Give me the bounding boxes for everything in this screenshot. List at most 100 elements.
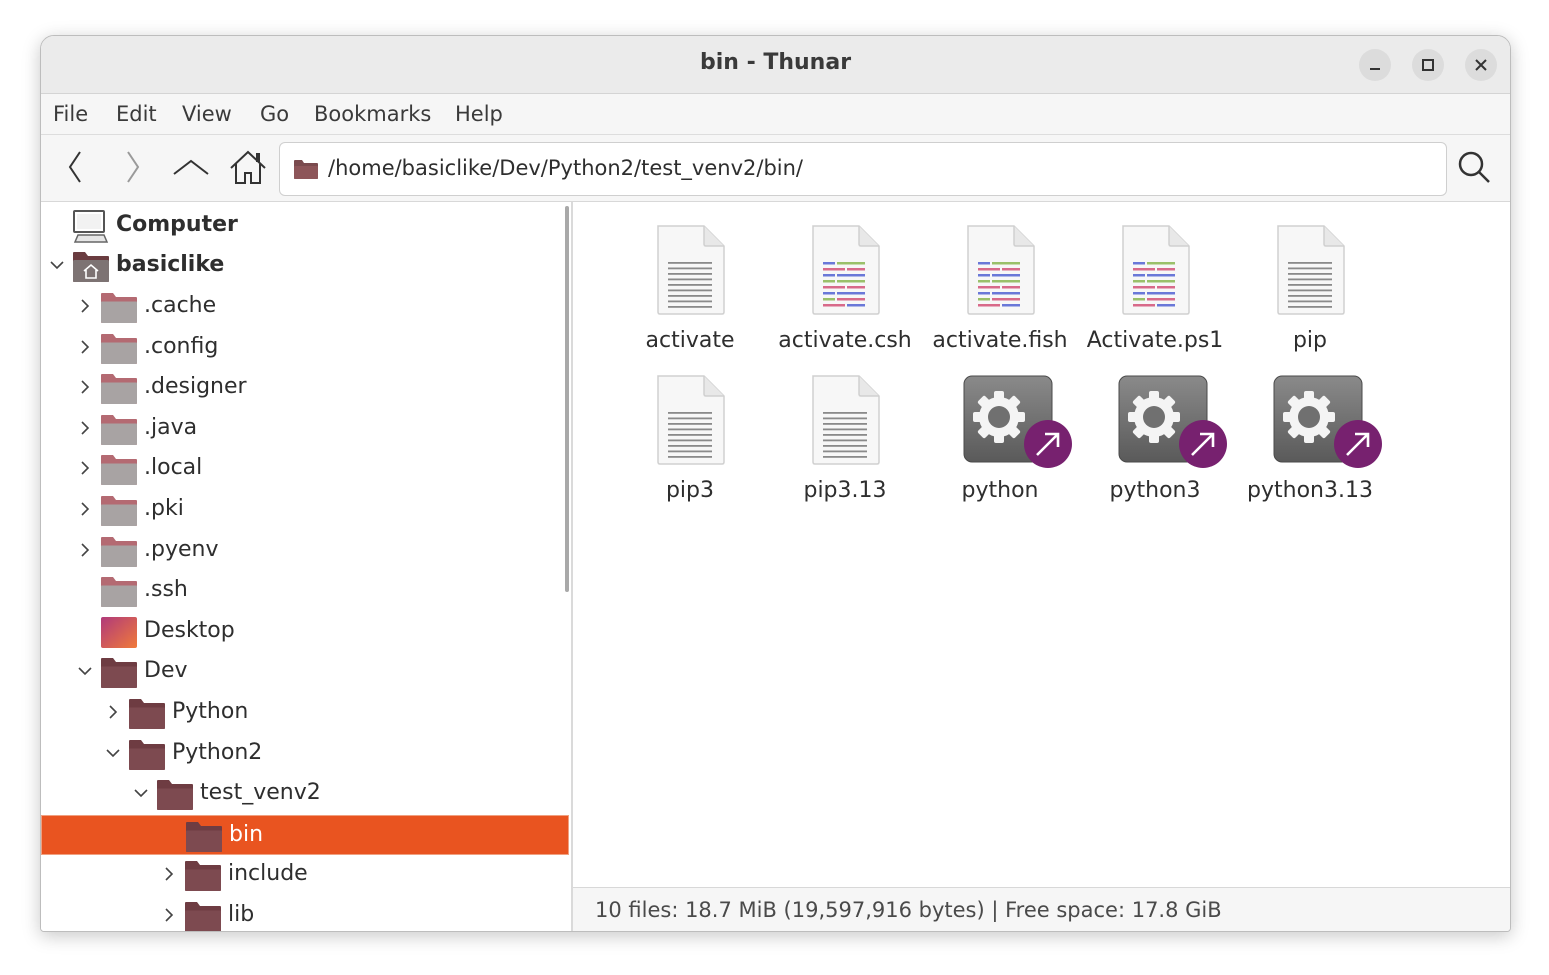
status-bar: 10 files: 18.7 MiB (19,597,916 bytes) | … bbox=[573, 887, 1510, 931]
maximize-icon bbox=[1422, 59, 1434, 71]
title-bar[interactable]: bin - Thunar bbox=[41, 36, 1510, 94]
window-title: bin - Thunar bbox=[699, 50, 852, 75]
chevron-right-icon[interactable] bbox=[77, 339, 93, 355]
parent-folder-button[interactable] bbox=[171, 147, 211, 187]
menu-file[interactable]: File bbox=[53, 102, 88, 126]
file-item[interactable]: activate.csh bbox=[770, 212, 920, 353]
maximize-button[interactable] bbox=[1412, 49, 1444, 81]
file-name: python bbox=[961, 478, 1039, 503]
file-name: activate.fish bbox=[932, 328, 1068, 353]
back-arrow-icon bbox=[68, 151, 81, 183]
tree-item-label: lib bbox=[228, 902, 255, 927]
file-item[interactable]: Activate.ps1 bbox=[1080, 212, 1230, 353]
tree-item[interactable]: .pyenv bbox=[41, 531, 569, 571]
tree-item[interactable]: .ssh bbox=[41, 571, 569, 611]
file-item[interactable]: pip bbox=[1235, 212, 1385, 353]
tree-item[interactable]: test_venv2 bbox=[41, 774, 569, 814]
file-item[interactable]: python3.13 bbox=[1235, 362, 1385, 503]
chevron-down-icon[interactable] bbox=[105, 745, 121, 761]
script-file-icon bbox=[809, 224, 883, 316]
folder-icon bbox=[100, 290, 138, 324]
chevron-right-icon[interactable] bbox=[77, 542, 93, 558]
close-button[interactable] bbox=[1465, 49, 1497, 81]
home-folder-icon bbox=[72, 249, 110, 283]
file-name: pip3.13 bbox=[803, 478, 887, 503]
tree-item[interactable]: Desktop bbox=[41, 612, 569, 652]
location-path[interactable]: /home/basiclike/Dev/Python2/test_venv2/b… bbox=[328, 156, 803, 180]
chevron-right-icon[interactable] bbox=[77, 379, 93, 395]
tree-item[interactable]: .designer bbox=[41, 368, 569, 408]
plain-text-file-icon bbox=[1274, 224, 1348, 316]
folder-icon bbox=[100, 655, 138, 689]
folder-icon bbox=[100, 331, 138, 365]
tree-item[interactable]: Python2 bbox=[41, 734, 569, 774]
tree-item[interactable]: bin bbox=[41, 815, 569, 855]
desktop-folder-icon bbox=[100, 615, 138, 649]
chevron-right-icon[interactable] bbox=[161, 866, 177, 882]
plain-text-file-icon bbox=[654, 374, 728, 466]
close-icon bbox=[1475, 59, 1487, 71]
script-file-icon bbox=[964, 224, 1038, 316]
parent-folder-icon bbox=[173, 159, 209, 175]
home-button[interactable] bbox=[228, 147, 268, 187]
tree-item[interactable]: lib bbox=[41, 896, 569, 931]
tree-item-label: .ssh bbox=[144, 577, 188, 602]
tree-item[interactable]: .local bbox=[41, 449, 569, 489]
search-icon bbox=[1458, 151, 1490, 183]
chevron-right-icon[interactable] bbox=[105, 704, 121, 720]
chevron-down-icon[interactable] bbox=[49, 257, 65, 273]
menu-help[interactable]: Help bbox=[455, 102, 503, 126]
tree-item[interactable]: include bbox=[41, 855, 569, 895]
location-bar[interactable]: /home/basiclike/Dev/Python2/test_venv2/b… bbox=[279, 142, 1447, 196]
tree-item-label: bin bbox=[229, 822, 264, 847]
back-button[interactable] bbox=[55, 147, 95, 187]
tree-item-label: Desktop bbox=[144, 618, 235, 643]
thunar-window: bin - Thunar File Edit View Go Bookmarks… bbox=[40, 35, 1511, 932]
tree-item[interactable]: .java bbox=[41, 409, 569, 449]
menu-bar: File Edit View Go Bookmarks Help bbox=[41, 94, 1510, 135]
status-text: 10 files: 18.7 MiB (19,597,916 bytes) | … bbox=[595, 898, 1222, 922]
file-name: pip bbox=[1292, 328, 1328, 353]
menu-bookmarks[interactable]: Bookmarks bbox=[314, 102, 431, 126]
chevron-right-icon[interactable] bbox=[77, 460, 93, 476]
chevron-right-icon[interactable] bbox=[77, 298, 93, 314]
file-name: python3 bbox=[1109, 478, 1201, 503]
file-name: pip3 bbox=[665, 478, 715, 503]
minimize-button[interactable] bbox=[1359, 49, 1391, 81]
file-item[interactable]: python3 bbox=[1080, 362, 1230, 503]
menu-go[interactable]: Go bbox=[260, 102, 289, 126]
chevron-right-icon[interactable] bbox=[77, 420, 93, 436]
file-item[interactable]: activate bbox=[615, 212, 765, 353]
home-icon bbox=[230, 150, 266, 184]
script-file-icon bbox=[1119, 224, 1193, 316]
forward-button[interactable] bbox=[113, 147, 153, 187]
file-item[interactable]: pip3 bbox=[615, 362, 765, 503]
file-item[interactable]: activate.fish bbox=[925, 212, 1075, 353]
side-pane-tree[interactable]: Computer basiclike .cache .config .desig… bbox=[41, 202, 571, 931]
plain-text-file-icon bbox=[654, 224, 728, 316]
tree-item[interactable]: .config bbox=[41, 328, 569, 368]
menu-edit[interactable]: Edit bbox=[116, 102, 157, 126]
chevron-right-icon[interactable] bbox=[161, 907, 177, 923]
tree-item[interactable]: Python bbox=[41, 693, 569, 733]
file-icon-view[interactable]: activate activate.csh activate.fish Acti… bbox=[573, 202, 1510, 887]
tree-item[interactable]: basiclike bbox=[41, 246, 569, 286]
search-button[interactable] bbox=[1454, 147, 1494, 187]
tree-item[interactable]: .pki bbox=[41, 490, 569, 530]
tree-item-label: .config bbox=[144, 334, 219, 359]
file-item[interactable]: python bbox=[925, 362, 1075, 503]
folder-icon bbox=[100, 574, 138, 608]
chevron-down-icon[interactable] bbox=[133, 785, 149, 801]
folder-icon bbox=[128, 696, 166, 730]
file-name: python3.13 bbox=[1247, 478, 1373, 503]
tree-item[interactable]: Dev bbox=[41, 652, 569, 692]
tree-item-label: .local bbox=[144, 455, 203, 480]
tree-item[interactable]: .cache bbox=[41, 287, 569, 327]
chevron-right-icon[interactable] bbox=[77, 501, 93, 517]
folder-icon bbox=[100, 412, 138, 446]
chevron-down-icon[interactable] bbox=[77, 663, 93, 679]
file-item[interactable]: pip3.13 bbox=[770, 362, 920, 503]
forward-arrow-icon bbox=[127, 151, 140, 183]
tree-item[interactable]: Computer bbox=[41, 206, 569, 246]
menu-view[interactable]: View bbox=[182, 102, 232, 126]
